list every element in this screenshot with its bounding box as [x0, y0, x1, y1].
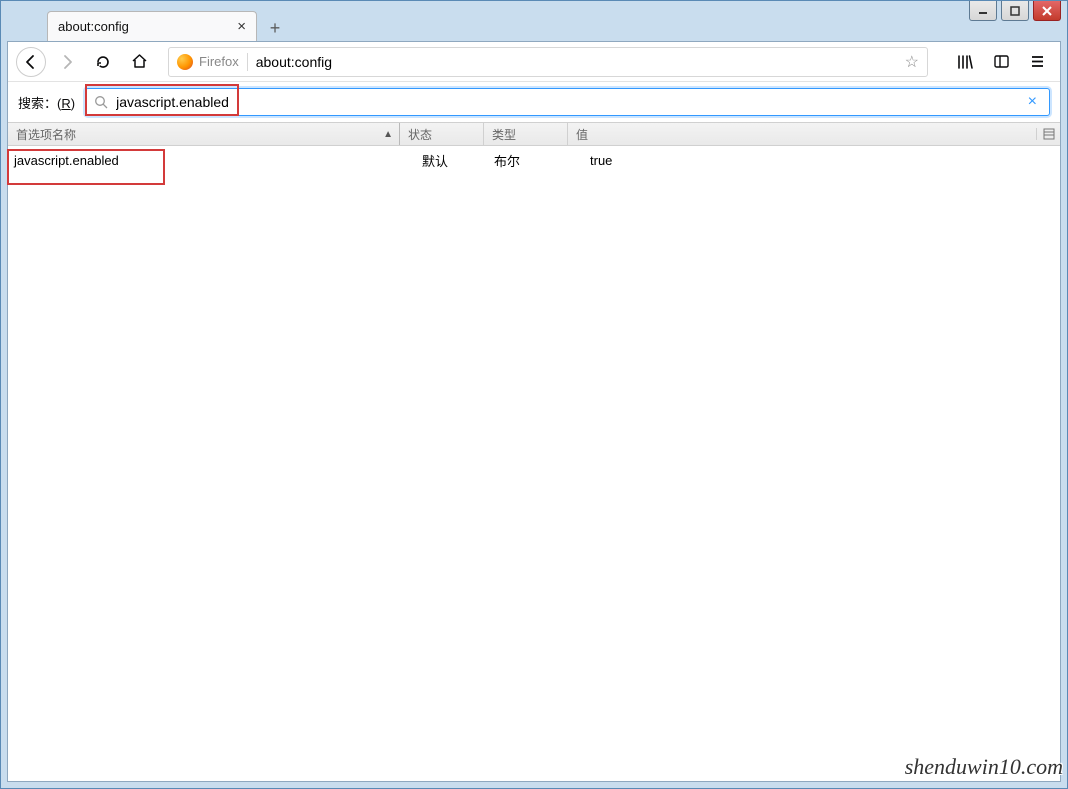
app-menu-button[interactable]	[1022, 47, 1052, 77]
cell-value: true	[568, 153, 1060, 168]
sidebar-icon	[993, 53, 1010, 70]
firefox-icon	[177, 54, 193, 70]
titlebar	[1, 1, 1067, 9]
forward-arrow-icon	[59, 54, 75, 70]
column-pref-name[interactable]: 首选项名称 ▲	[8, 123, 400, 145]
back-button[interactable]	[16, 47, 46, 77]
close-icon	[1041, 5, 1053, 17]
home-icon	[131, 53, 148, 70]
search-row: 搜索：(R) ×	[8, 82, 1060, 122]
hamburger-icon	[1029, 53, 1046, 70]
about-config-page: 搜索：(R) × 首选项名称 ▲ 状态 类型 值	[8, 82, 1060, 781]
sidebar-button[interactable]	[986, 47, 1016, 77]
tab-strip: about:config × +	[1, 9, 1067, 41]
search-label: 搜索：(R)	[18, 93, 75, 112]
table-header: 首选项名称 ▲ 状态 类型 值	[8, 122, 1060, 146]
watermark: shenduwin10.com	[905, 754, 1063, 780]
tab-title: about:config	[58, 19, 229, 34]
search-clear-button[interactable]: ×	[1024, 93, 1041, 111]
tab-about-config[interactable]: about:config ×	[47, 11, 257, 41]
maximize-icon	[1010, 6, 1020, 16]
library-button[interactable]	[950, 47, 980, 77]
minimize-icon	[978, 6, 988, 16]
minimize-button[interactable]	[969, 1, 997, 21]
tab-close-button[interactable]: ×	[237, 19, 246, 34]
nav-toolbar: Firefox about:config ☆	[8, 42, 1060, 82]
table-body: javascript.enabled 默认 布尔 true	[8, 146, 1060, 781]
close-window-button[interactable]	[1033, 1, 1061, 21]
toolbar-right	[942, 47, 1052, 77]
bookmark-star-button[interactable]: ☆	[905, 52, 919, 72]
column-picker[interactable]	[1036, 128, 1060, 140]
search-input[interactable]	[114, 93, 1024, 111]
maximize-button[interactable]	[1001, 1, 1029, 21]
column-status[interactable]: 状态	[400, 123, 484, 145]
sort-ascending-icon: ▲	[383, 129, 393, 140]
window-controls	[969, 1, 1061, 21]
cell-status: 默认	[400, 151, 484, 170]
column-value[interactable]: 值	[568, 123, 1036, 145]
home-button[interactable]	[124, 47, 154, 77]
new-tab-button[interactable]: +	[261, 15, 289, 41]
url-bar[interactable]: Firefox about:config ☆	[168, 47, 928, 77]
search-icon	[94, 95, 108, 109]
cell-pref-name: javascript.enabled	[8, 153, 400, 168]
search-box[interactable]: ×	[85, 88, 1050, 116]
browser-window: about:config × + Firefox	[0, 0, 1068, 789]
table-row[interactable]: javascript.enabled 默认 布尔 true	[8, 146, 1060, 174]
back-arrow-icon	[23, 54, 39, 70]
column-picker-icon	[1043, 128, 1055, 140]
identity-box[interactable]: Firefox	[177, 54, 239, 70]
identity-separator	[247, 53, 248, 71]
column-type[interactable]: 类型	[484, 123, 568, 145]
reload-button[interactable]	[88, 47, 118, 77]
forward-button[interactable]	[52, 47, 82, 77]
browser-content-frame: Firefox about:config ☆	[7, 41, 1061, 782]
library-icon	[956, 53, 974, 71]
identity-label: Firefox	[199, 54, 239, 69]
cell-type: 布尔	[484, 151, 568, 170]
url-text[interactable]: about:config	[256, 54, 897, 70]
reload-icon	[95, 54, 111, 70]
